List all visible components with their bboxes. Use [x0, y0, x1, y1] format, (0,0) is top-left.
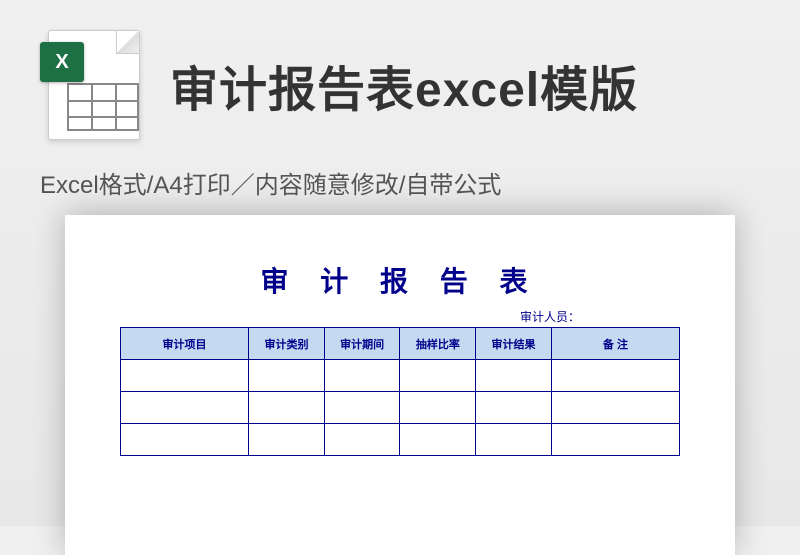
page-subtitle: Excel格式/A4打印／内容随意修改/自带公式 [0, 155, 800, 215]
table-row [121, 424, 680, 456]
spreadsheet-grid-icon [67, 83, 139, 131]
column-header: 审计期间 [324, 328, 400, 360]
column-header: 审计类别 [249, 328, 325, 360]
auditor-label: 审计人员： [120, 308, 680, 325]
table-row [121, 360, 680, 392]
column-header: 审计项目 [121, 328, 249, 360]
document-preview: 审 计 报 告 表 审计人员： 审计项目 审计类别 审计期间 抽样比率 审计结果… [65, 215, 735, 555]
page-title: 审计报告表excel模版 [170, 50, 638, 120]
document-title: 审 计 报 告 表 [120, 260, 680, 300]
column-header: 备 注 [551, 328, 679, 360]
table-row [121, 392, 680, 424]
excel-file-icon: X [40, 30, 150, 140]
table-header-row: 审计项目 审计类别 审计期间 抽样比率 审计结果 备 注 [121, 328, 680, 360]
audit-table: 审计项目 审计类别 审计期间 抽样比率 审计结果 备 注 [120, 327, 680, 456]
header-section: X 审计报告表excel模版 [0, 0, 800, 155]
column-header: 审计结果 [476, 328, 552, 360]
excel-badge-icon: X [40, 42, 84, 82]
column-header: 抽样比率 [400, 328, 476, 360]
